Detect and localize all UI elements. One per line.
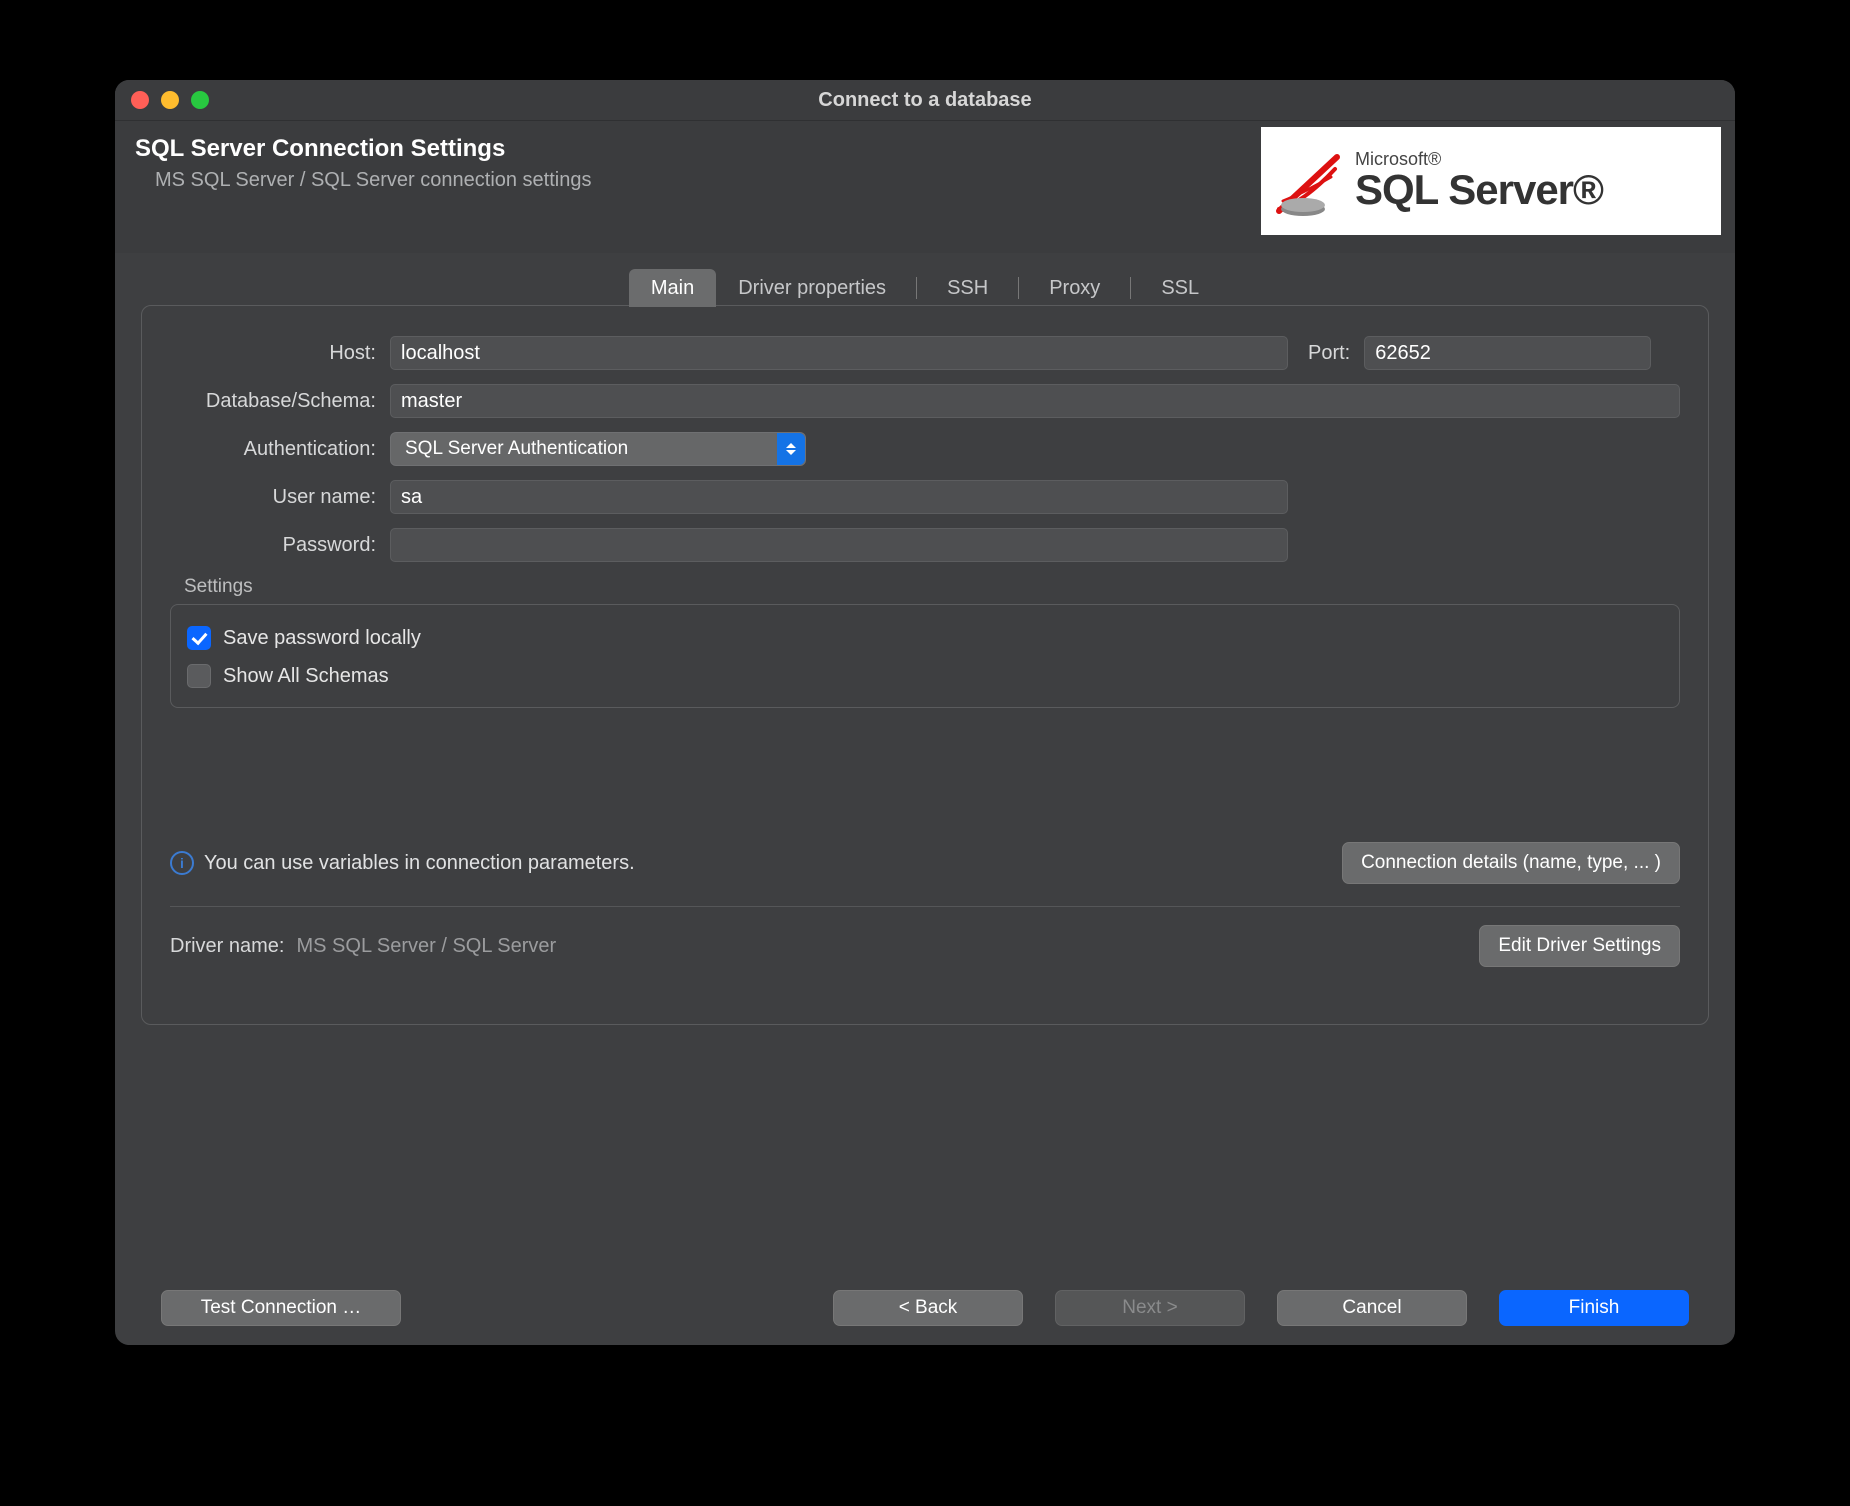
tab-separator <box>1018 277 1019 299</box>
username-label: User name: <box>170 486 376 509</box>
host-input[interactable] <box>390 336 1288 370</box>
test-connection-button[interactable]: Test Connection … <box>161 1290 401 1326</box>
next-button[interactable]: Next > <box>1055 1290 1245 1326</box>
port-label: Port: <box>1302 342 1350 365</box>
window-title: Connect to a database <box>115 89 1735 112</box>
show-all-schemas-label: Show All Schemas <box>223 665 389 688</box>
driver-name-value: MS SQL Server / SQL Server <box>296 935 556 958</box>
connection-details-button[interactable]: Connection details (name, type, ... ) <box>1342 842 1680 884</box>
info-icon: i <box>170 851 194 875</box>
cancel-button[interactable]: Cancel <box>1277 1290 1467 1326</box>
logo-product-text: SQL Server® <box>1355 168 1603 212</box>
database-input[interactable] <box>390 384 1680 418</box>
tab-proxy[interactable]: Proxy <box>1027 269 1122 307</box>
select-chevron-icon <box>777 433 805 465</box>
show-all-schemas-checkbox[interactable] <box>187 664 211 688</box>
save-password-checkbox[interactable] <box>187 626 211 650</box>
save-password-label: Save password locally <box>223 627 421 650</box>
main-tab-panel: Host: Port: Database/Schema: Authenticat… <box>141 305 1709 1025</box>
tab-driver-properties[interactable]: Driver properties <box>716 269 908 307</box>
tab-separator <box>1130 277 1131 299</box>
password-input[interactable] <box>390 528 1288 562</box>
host-label: Host: <box>170 342 376 365</box>
edit-driver-settings-button[interactable]: Edit Driver Settings <box>1479 925 1680 967</box>
dialog-window: Connect to a database SQL Server Connect… <box>115 80 1735 1345</box>
finish-button[interactable]: Finish <box>1499 1290 1689 1326</box>
port-input[interactable] <box>1364 336 1651 370</box>
header: SQL Server Connection Settings MS SQL Se… <box>115 121 1735 253</box>
titlebar: Connect to a database <box>115 80 1735 121</box>
page-subtitle: MS SQL Server / SQL Server connection se… <box>135 169 591 192</box>
sql-server-logo-icon <box>1273 139 1343 223</box>
tab-separator <box>916 277 917 299</box>
tab-ssh[interactable]: SSH <box>925 269 1010 307</box>
back-button[interactable]: < Back <box>833 1290 1023 1326</box>
footer-button-bar: Test Connection … < Back Next > Cancel F… <box>115 1271 1735 1345</box>
tabs: Main Driver properties SSH Proxy SSL <box>141 269 1709 307</box>
page-title: SQL Server Connection Settings <box>135 135 591 163</box>
tab-main[interactable]: Main <box>629 269 716 307</box>
tab-ssl[interactable]: SSL <box>1139 269 1221 307</box>
username-input[interactable] <box>390 480 1288 514</box>
authentication-value: SQL Server Authentication <box>405 438 628 460</box>
database-label: Database/Schema: <box>170 390 376 413</box>
settings-legend: Settings <box>184 576 1680 598</box>
authentication-select[interactable]: SQL Server Authentication <box>390 432 806 466</box>
variables-hint: You can use variables in connection para… <box>204 852 635 875</box>
driver-name-label: Driver name: <box>170 935 284 958</box>
vendor-logo: Microsoft® SQL Server® <box>1261 127 1721 235</box>
authentication-label: Authentication: <box>170 438 376 461</box>
settings-group: Save password locally Show All Schemas <box>170 604 1680 708</box>
password-label: Password: <box>170 534 376 557</box>
